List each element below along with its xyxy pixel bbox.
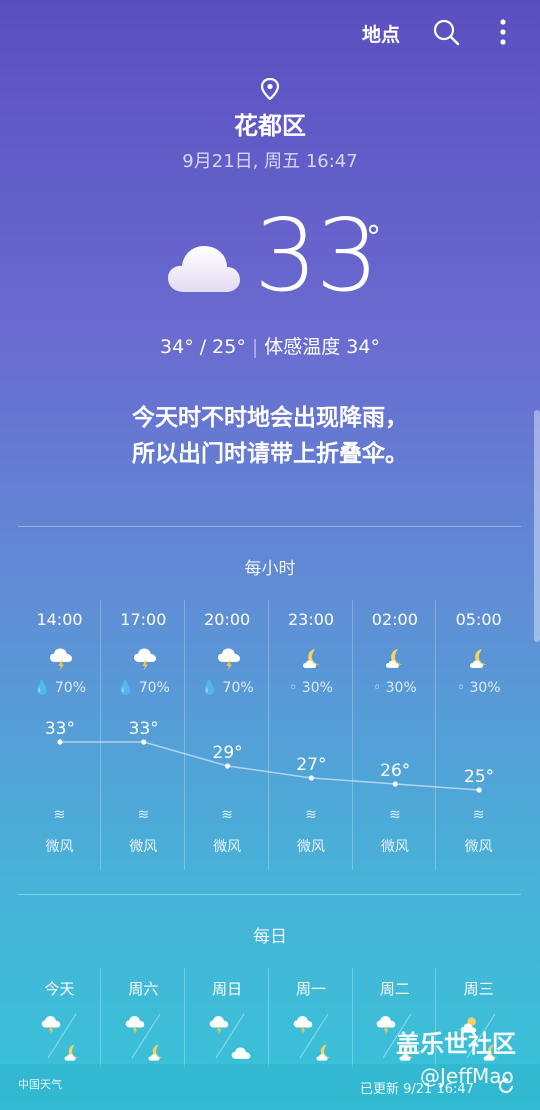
- hourly-temperature-label: 29°: [213, 743, 243, 763]
- high-low-temperature: 34° / 25°: [160, 336, 246, 358]
- scroll-handle[interactable]: [534, 410, 540, 642]
- precipitation-value: 70%: [54, 680, 86, 696]
- daily-item[interactable]: 周六: [102, 968, 185, 1068]
- watermark-handle: @JeffMao: [420, 1064, 514, 1088]
- hourly-time: 14:00: [36, 610, 83, 629]
- weather-message: 今天时不时地会出现降雨， 所以出门时请带上折叠伞。: [0, 400, 540, 472]
- moon-cloud-icon: [314, 1042, 336, 1064]
- hourly-time: 05:00: [455, 610, 502, 629]
- hourly-time: 23:00: [287, 610, 335, 629]
- precipitation-chance: ◦ 30%: [437, 680, 520, 696]
- day-label: 周二: [379, 980, 410, 998]
- divider: [18, 526, 521, 527]
- locations-button[interactable]: 地点: [362, 20, 400, 47]
- hourly-time: 20:00: [204, 610, 251, 629]
- raindrop-icon: ◦: [456, 680, 465, 696]
- temperature-point: [476, 787, 482, 793]
- wind-level: 微风: [129, 839, 158, 855]
- cloud-thunder-icon: [124, 1014, 146, 1036]
- temperature-range-row: 34° / 25° | 体感温度 34°: [0, 332, 540, 359]
- day-label: 今天: [44, 980, 75, 998]
- hourly-temperature-label: 33°: [129, 719, 159, 739]
- cloud-thunder-icon: [208, 1014, 230, 1036]
- moon-cloud-icon: [383, 646, 409, 672]
- message-line-1: 今天时不时地会出现降雨，: [132, 405, 408, 431]
- hourly-temperature-line: 33° 33° 29° 27° 26° 25°: [45, 719, 494, 793]
- temperature-point: [57, 739, 63, 745]
- hourly-temperature-label: 27°: [296, 755, 326, 775]
- precipitation-chance: ◦ 30%: [270, 680, 353, 696]
- temperature-point: [392, 781, 398, 787]
- cloud-thunder-icon: [48, 646, 74, 672]
- degree-symbol: °: [366, 220, 381, 255]
- precipitation-value: 30%: [301, 680, 333, 696]
- top-bar: 地点: [0, 0, 540, 64]
- hourly-time: 17:00: [120, 610, 167, 629]
- day-label: 周日: [212, 980, 243, 998]
- raindrop-icon: 💧: [116, 680, 135, 696]
- precipitation-chance: 💧 70%: [186, 680, 269, 696]
- precipitation-value: 30%: [469, 680, 501, 696]
- wind-level: 微风: [297, 839, 325, 855]
- cloud-thunder-icon: [40, 1014, 62, 1036]
- raindrop-icon: ◦: [372, 680, 382, 696]
- cloud-thunder-icon: [292, 1014, 314, 1036]
- location-pin-icon: [260, 78, 280, 100]
- weather-provider-logo: 中国天气: [18, 1078, 62, 1091]
- current-temperature: 33: [254, 197, 379, 314]
- day-label: 周一: [295, 980, 326, 998]
- hourly-temperature-label: 33°: [45, 719, 75, 739]
- divider: [18, 894, 521, 895]
- cloud-icon: [168, 246, 240, 292]
- moon-cloud-icon: [146, 1042, 168, 1064]
- daily-item[interactable]: 周一: [270, 968, 353, 1068]
- moon-cloud-icon: [467, 646, 493, 672]
- city-name: 花都区: [234, 112, 306, 140]
- separator: |: [251, 336, 259, 358]
- temperature-point: [224, 763, 231, 769]
- current-datetime: 9月21日, 周五 16:47: [182, 151, 358, 172]
- cloud-thunder-icon: [216, 646, 242, 672]
- watermark-title: 盖乐世社区: [396, 1030, 516, 1058]
- raindrop-icon: ◦: [289, 680, 298, 696]
- wind-level: 微风: [464, 839, 493, 855]
- hourly-temperature-label: 26°: [380, 761, 410, 781]
- feels-like-temperature: 体感温度 34°: [264, 336, 380, 358]
- temperature-point: [141, 739, 147, 745]
- day-label: 周三: [463, 980, 494, 998]
- precipitation-value: 70%: [222, 680, 254, 696]
- wind-level: 微风: [45, 839, 74, 855]
- raindrop-icon: 💧: [200, 680, 219, 696]
- raindrop-icon: 💧: [32, 680, 51, 696]
- message-line-2: 所以出门时请带上折叠伞。: [132, 441, 408, 467]
- moon-cloud-icon: [300, 646, 326, 672]
- hourly-temperature-label: 25°: [464, 767, 494, 787]
- temperature-point: [308, 775, 315, 781]
- day-label: 周六: [128, 980, 159, 998]
- search-icon[interactable]: [432, 18, 460, 46]
- cloud-icon: [230, 1042, 252, 1064]
- daily-item[interactable]: 今天: [18, 968, 101, 1068]
- precipitation-chance: ◦ 30%: [353, 680, 436, 696]
- cloud-thunder-icon: [375, 1014, 397, 1036]
- hourly-time: 02:00: [371, 610, 418, 629]
- precipitation-chance: 💧 70%: [18, 680, 101, 696]
- precipitation-chance: 💧 70%: [102, 680, 185, 696]
- more-options-icon[interactable]: [498, 18, 508, 46]
- moon-cloud-icon: [62, 1042, 84, 1064]
- cloud-thunder-icon: [132, 646, 158, 672]
- temperature-trend-line: [59, 741, 480, 791]
- precipitation-value: 70%: [138, 680, 170, 696]
- daily-item[interactable]: 周日: [186, 968, 269, 1068]
- wind-level: 微风: [380, 839, 409, 855]
- precipitation-value: 30%: [385, 680, 417, 696]
- hourly-section-title: 每小时: [244, 559, 296, 579]
- wind-level: 微风: [213, 839, 242, 855]
- daily-section-title: 每日: [253, 927, 287, 947]
